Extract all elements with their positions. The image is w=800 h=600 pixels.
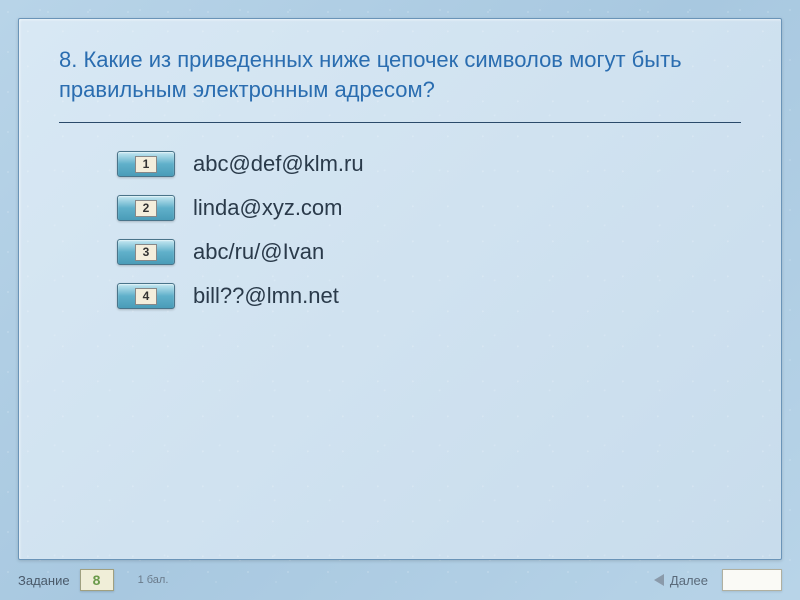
task-number: 8	[80, 569, 114, 591]
quiz-panel: 8. Какие из приведенных ниже цепочек сим…	[18, 18, 782, 560]
footer-bar: Задание 8 1 бал. Далее	[0, 560, 800, 600]
option-number: 3	[135, 244, 157, 261]
option-button-2[interactable]: 2	[117, 195, 175, 221]
task-label: Задание	[18, 573, 70, 588]
option-row: 3 abc/ru/@Ivan	[117, 239, 741, 265]
option-text: linda@xyz.com	[193, 195, 343, 221]
option-text: abc/ru/@Ivan	[193, 239, 324, 265]
next-field	[722, 569, 782, 591]
option-row: 4 bill??@lmn.net	[117, 283, 741, 309]
option-text: abc@def@klm.ru	[193, 151, 364, 177]
question-text: 8. Какие из приведенных ниже цепочек сим…	[59, 45, 741, 104]
option-button-1[interactable]: 1	[117, 151, 175, 177]
option-number: 1	[135, 156, 157, 173]
options-list: 1 abc@def@klm.ru 2 linda@xyz.com 3 abc/r…	[117, 151, 741, 309]
option-button-3[interactable]: 3	[117, 239, 175, 265]
option-number: 4	[135, 288, 157, 305]
arrow-left-icon	[654, 574, 664, 586]
option-text: bill??@lmn.net	[193, 283, 339, 309]
option-button-4[interactable]: 4	[117, 283, 175, 309]
option-row: 2 linda@xyz.com	[117, 195, 741, 221]
score-label: 1 бал.	[138, 574, 169, 586]
divider	[59, 122, 741, 123]
option-number: 2	[135, 200, 157, 217]
next-label: Далее	[670, 573, 708, 588]
option-row: 1 abc@def@klm.ru	[117, 151, 741, 177]
next-button[interactable]: Далее	[654, 569, 782, 591]
